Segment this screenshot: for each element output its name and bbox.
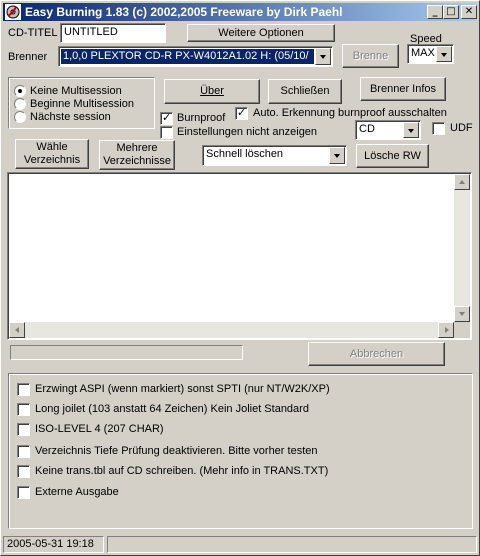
trans-tbl-label: Keine trans.tbl auf CD schreiben. (Mehr … — [35, 465, 329, 477]
radio-label-keine: Keine Multisession — [30, 85, 122, 97]
loesche-rw-button[interactable]: Lösche RW — [356, 144, 429, 168]
burnproof-label: Burnproof — [177, 112, 226, 124]
maximize-icon: □ — [446, 6, 456, 17]
aspi-checkbox[interactable] — [17, 383, 30, 396]
main-window: Easy Burning 1.83 (c) 2002,2005 Freeware… — [0, 0, 480, 556]
erase-mode-select[interactable]: Schnell löschen — [202, 145, 347, 166]
radio-label-naechste: Nächste session — [30, 111, 111, 123]
file-list[interactable] — [7, 172, 472, 340]
erase-mode-value: Schnell löschen — [206, 148, 284, 160]
weitere-optionen-button[interactable]: Weitere Optionen — [187, 24, 335, 42]
brenne-button[interactable]: Brenne — [342, 44, 399, 68]
einstellungen-checkbox[interactable] — [160, 126, 173, 139]
speed-select[interactable]: MAX — [407, 44, 454, 64]
einstellungen-label: Einstellungen nicht anzeigen — [177, 126, 318, 138]
media-dropdown-arrow-icon[interactable] — [403, 122, 419, 138]
radio-label-beginne: Beginne Multisession — [30, 98, 134, 110]
minimize-button[interactable]: _ — [427, 5, 443, 19]
brenner-infos-button[interactable]: Brenner Infos — [360, 77, 446, 101]
scroll-up-arrow-icon[interactable] — [454, 174, 470, 190]
iso-level-checkbox[interactable] — [17, 423, 30, 436]
scroll-left-arrow-icon[interactable] — [9, 322, 25, 338]
scroll-right-arrow-icon[interactable] — [438, 322, 454, 338]
vertical-scrollbar[interactable] — [454, 174, 470, 322]
erase-dropdown-arrow-icon[interactable] — [329, 147, 345, 164]
media-type-select[interactable]: CD — [355, 120, 421, 140]
trans-tbl-checkbox[interactable] — [17, 465, 30, 478]
mehrere-line2: Verzeichnisse — [103, 155, 171, 167]
iso-level-label: ISO-LEVEL 4 (207 CHAR) — [35, 423, 164, 435]
burnproof-checkbox[interactable] — [160, 111, 173, 125]
app-cd-icon — [5, 4, 21, 20]
media-type-value: CD — [359, 123, 375, 135]
aspi-label: Erzwingt ASPI (wenn markiert) sonst SPTI… — [35, 383, 330, 395]
burner-dropdown-arrow-icon[interactable] — [315, 48, 331, 65]
cd-title-value: UNTITLED — [64, 26, 118, 38]
udf-checkbox[interactable] — [432, 122, 445, 135]
abbrechen-button[interactable]: Abbrechen — [308, 342, 445, 366]
window-title: Easy Burning 1.83 (c) 2002,2005 Freeware… — [25, 5, 343, 19]
externe-ausgabe-checkbox[interactable] — [17, 486, 30, 499]
status-datetime-text: 2005-05-31 19:18 — [7, 538, 94, 550]
status-message — [107, 536, 477, 553]
burner-label: Brenner — [8, 51, 48, 63]
status-datetime: 2005-05-31 19:18 — [3, 536, 104, 553]
progress-bar — [10, 345, 243, 360]
scroll-down-arrow-icon[interactable] — [454, 306, 470, 322]
waehle-line2: Verzeichnis — [23, 154, 81, 166]
burner-value: 1,0,0 PLEXTOR CD-R PX-W4012A1.02 H: (05/… — [63, 50, 309, 62]
cd-title-label: CD-TITEL — [8, 27, 58, 39]
dir-depth-checkbox[interactable] — [17, 445, 30, 458]
mehrere-line1: Mehrere — [116, 142, 158, 154]
long-joliet-label: Long joilet (103 anstatt 64 Zeichen) Kei… — [35, 403, 309, 415]
close-icon: ✕ — [464, 6, 474, 17]
maximize-button[interactable]: □ — [443, 5, 459, 19]
schliessen-button[interactable]: Schließen — [268, 79, 342, 104]
minimize-icon: _ — [432, 6, 438, 17]
horizontal-scrollbar[interactable] — [9, 322, 454, 338]
burner-select[interactable]: 1,0,0 PLEXTOR CD-R PX-W4012A1.02 H: (05/… — [58, 46, 333, 67]
cd-title-input[interactable]: UNTITLED — [60, 23, 166, 43]
speed-value: MAX — [411, 47, 435, 59]
waehle-verzeichnis-button[interactable]: Wähle Verzeichnis — [15, 139, 89, 169]
scrollbar-corner — [454, 322, 470, 338]
externe-ausgabe-label: Externe Ausgabe — [35, 486, 119, 498]
speed-dropdown-arrow-icon[interactable] — [436, 46, 452, 62]
ueber-button[interactable]: Über — [164, 79, 260, 104]
long-joliet-checkbox[interactable] — [17, 403, 30, 416]
auto-burnproof-label: Auto. Erkennung burnproof ausschalten — [253, 107, 447, 119]
radio-beginne-multisession[interactable] — [14, 98, 26, 110]
waehle-line1: Wähle — [36, 141, 68, 153]
dir-depth-label: Verzeichnis Tiefe Prüfung deaktivieren. … — [35, 445, 318, 457]
mehrere-verzeichnisse-button[interactable]: Mehrere Verzeichnisse — [99, 140, 175, 170]
burner-selected-item: 1,0,0 PLEXTOR CD-R PX-W4012A1.02 H: (05/… — [61, 49, 314, 64]
close-button[interactable]: ✕ — [461, 5, 477, 19]
radio-keine-multisession[interactable] — [14, 85, 26, 97]
udf-label: UDF — [450, 122, 473, 134]
title-bar[interactable]: Easy Burning 1.83 (c) 2002,2005 Freeware… — [3, 3, 477, 21]
auto-burnproof-checkbox[interactable] — [235, 106, 248, 120]
radio-naechste-session[interactable] — [14, 111, 26, 123]
